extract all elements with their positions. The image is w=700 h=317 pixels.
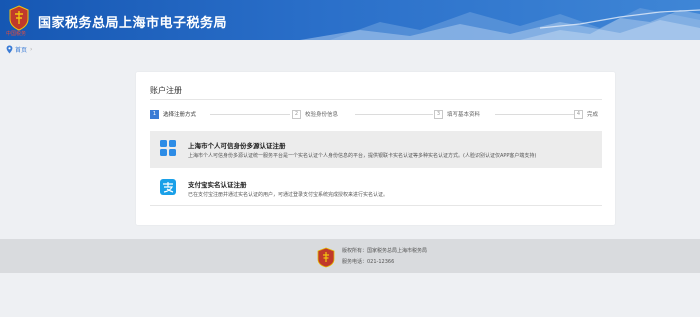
location-pin-icon <box>6 45 13 53</box>
option-alipay[interactable]: 支付宝实名认证注册 已在支付宝注册并通过实名认证的用户，可通过登录支付宝系统完成… <box>150 170 602 206</box>
step-label: 填写基本资料 <box>447 112 481 118</box>
registration-card: 账户注册 1 选择注册方式 2 校验身份信息 3 填写基本资料 4 完成 上海市… <box>136 72 615 225</box>
tax-emblem-icon <box>9 5 29 31</box>
step-number: 1 <box>150 109 159 119</box>
footer-hotline: 服务电话：021-12366 <box>342 259 395 265</box>
option-description: 上海市个人可信身份多源认证统一服务平台是一个实名认证个人身份信息的平台，提供银联… <box>188 153 537 159</box>
tax-emblem-icon <box>317 247 335 268</box>
step-number: 3 <box>434 109 443 119</box>
step-number: 2 <box>292 109 301 119</box>
option-trusted-identity[interactable]: 上海市个人可信身份多源认证注册 上海市个人可信身份多源认证统一服务平台是一个实名… <box>150 131 602 168</box>
step-number: 4 <box>574 109 583 119</box>
breadcrumb-home-link[interactable]: 首页 <box>15 45 27 54</box>
title-divider <box>150 99 602 100</box>
step-label: 选择注册方式 <box>163 112 197 118</box>
step-2: 2 校验身份信息 <box>292 108 343 120</box>
footer <box>0 239 700 273</box>
top-banner: 中国税务 国家税务总局上海市电子税务局 <box>0 0 700 40</box>
option-title: 上海市个人可信身份多源认证注册 <box>188 142 286 150</box>
site-title[interactable]: 国家税务总局上海市电子税务局 <box>38 12 227 31</box>
step-label: 校验身份信息 <box>305 112 339 118</box>
step-4: 4 完成 <box>574 108 603 120</box>
alipay-icon <box>160 179 176 195</box>
footer-copyright: 版权所有：国家税务总局上海市税务局 <box>342 248 428 254</box>
option-description: 已在支付宝注册并通过实名认证的用户，可通过登录支付宝系统完成授权来进行实名认证。 <box>188 192 389 198</box>
breadcrumb: 首页 › <box>6 44 32 54</box>
step-connector <box>355 114 433 115</box>
grid-apps-icon <box>160 140 176 156</box>
logo-caption: 中国税务 <box>6 31 27 37</box>
breadcrumb-separator: › <box>30 45 33 53</box>
card-title: 账户注册 <box>150 86 182 95</box>
step-connector <box>210 114 290 115</box>
step-3: 3 填写基本资料 <box>434 108 485 120</box>
option-title: 支付宝实名认证注册 <box>188 181 247 189</box>
step-progress: 1 选择注册方式 2 校验身份信息 3 填写基本资料 4 完成 <box>150 108 603 120</box>
step-1: 1 选择注册方式 <box>150 108 201 120</box>
step-label: 完成 <box>587 112 599 118</box>
